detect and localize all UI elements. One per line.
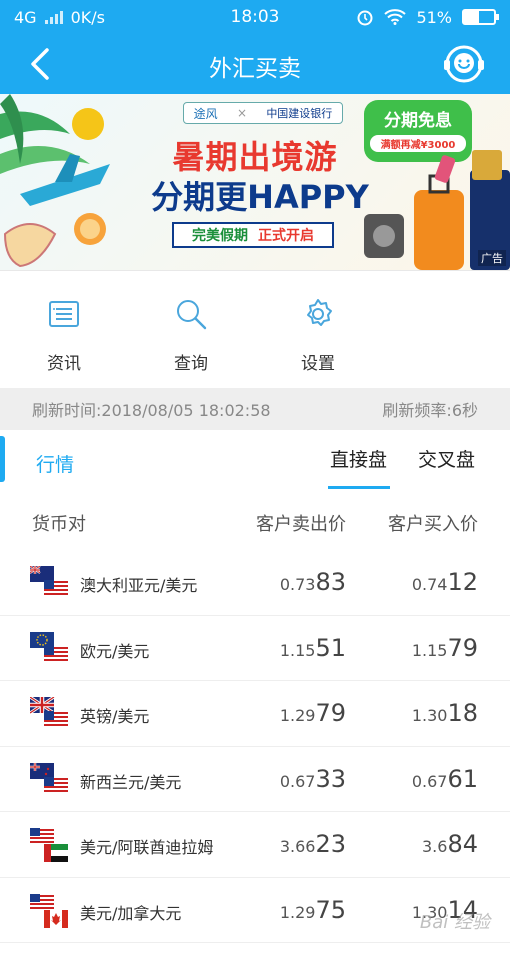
pair-name: 英镑/美元 [80,707,150,726]
buy-price: 0.6761 [412,765,478,793]
section-title: 行情 [36,454,75,476]
table-row[interactable]: 新西兰元/美元 0.6733 0.6761 [0,747,510,812]
palm-leaves-decoration [0,94,110,268]
table-row[interactable]: 美元/阿联酋迪拉姆 3.6623 3.684 [0,812,510,878]
ad-label: 广告 [478,250,506,266]
section-indicator [0,436,5,482]
buy-price-pips: 18 [447,699,478,727]
promo-banner[interactable]: 途风 × 中国建设银行 暑期出境游 分期更HAPPY 完美假期 正式开启 分期免… [0,94,510,270]
partner-right: 中国建设银行 [266,107,333,120]
tab-direct[interactable]: 直接盘 [330,445,387,472]
sell-price-main: 3.66 [279,837,316,856]
bubble-title: 分期免息 [384,111,452,131]
partner-logos: 途风 × 中国建设银行 [183,102,343,124]
sell-price-pips: 33 [315,764,346,793]
partner-left: 途风 [193,106,218,121]
pair-name: 美元/阿联酋迪拉姆 [80,838,214,857]
clock: 18:03 [230,7,280,27]
sell-price-pips: 83 [315,568,346,596]
pair-name: 欧元/美元 [80,641,150,661]
buy-price-pips: 12 [447,568,478,596]
table-row[interactable]: 欧元/美元 1.1551 1.1579 [0,616,510,681]
tab-direct-underline [328,486,390,489]
buy-price-pips: 84 [447,830,478,858]
search-icon [177,300,207,330]
sell-price: 1.2975 [280,896,346,924]
sell-price-main: 1.15 [279,640,316,660]
sell-price-pips: 51 [315,633,346,662]
banner-tag-red: 正式开启 [258,228,314,244]
col-buy: 客户买入价 [388,514,478,535]
buy-price-main: 0.74 [411,575,448,594]
refresh-frequency[interactable]: 刷新频率:6秒 [382,397,478,421]
flag-gbp-usd-icon [30,697,68,729]
buy-price: 0.7412 [412,568,478,596]
buy-price-main: 1.30 [411,706,448,725]
banner-tag: 完美假期 正式开启 [172,222,334,248]
buy-price-main: 0.67 [411,771,448,791]
pair-name: 美元/加拿大元 [80,903,182,923]
banner-tag-green: 完美假期 [192,228,248,244]
partner-separator: × [236,106,248,120]
flag-eur-usd-icon [30,631,68,664]
nav-bar: 外汇买卖 [0,34,510,94]
flag-usd-aed-icon [30,828,68,862]
buy-price-pips: 79 [447,633,478,662]
table-row[interactable]: 澳大利亚元/美元 0.7383 0.7412 [0,550,510,616]
shortcut-bar: 资讯 查询 设置 [0,270,510,388]
table-row[interactable]: 英镑/美元 1.2979 1.3018 [0,681,510,747]
refresh-info-bar: 刷新时间:2018/08/05 18:02:58 刷新频率:6秒 [0,388,510,430]
col-pair: 货币对 [32,514,86,535]
customer-service-icon[interactable] [444,44,484,84]
pair-name: 澳大利亚元/美元 [80,576,198,595]
flag-usd-cad-icon [30,893,68,928]
sell-price: 3.6623 [280,830,346,858]
buy-price-pips: 61 [447,764,478,793]
shortcut-settings-label: 设置 [301,354,335,374]
shortcut-settings[interactable]: 设置 [278,297,358,374]
buy-price-main: 3.6 [422,837,448,856]
sell-price-pips: 75 [315,895,346,924]
shortcut-news-label: 资讯 [47,354,81,374]
flag-nzd-usd-icon [30,762,68,795]
shortcut-query-label: 查询 [174,354,208,374]
sell-price-main: 1.29 [279,902,316,922]
tab-cross[interactable]: 交叉盘 [418,445,475,472]
sell-price: 1.1551 [280,634,346,662]
buy-price-main: 1.15 [411,640,448,660]
buy-price: 1.1579 [412,634,478,662]
shortcut-query[interactable]: 查询 [151,297,231,374]
banner-headline-2: 分期更HAPPY [151,178,369,216]
page-title: 外汇买卖 [209,56,301,82]
refresh-time: 刷新时间:2018/08/05 18:02:58 [32,401,271,420]
col-sell: 客户卖出价 [256,514,346,535]
buy-price: 1.3018 [412,699,478,727]
market-tabs: 行情 直接盘 交叉盘 [0,430,510,490]
flag-aud-usd-icon [30,566,68,598]
pair-name: 新西兰元/美元 [80,772,182,792]
status-bar: 4G 0K/s 18:03 51% [0,0,510,34]
battery-icon [462,9,499,25]
sell-price-main: 0.73 [279,575,316,594]
sell-price-pips: 23 [315,830,346,858]
sell-price: 0.6733 [280,765,346,793]
sell-price-main: 0.67 [279,771,316,791]
watermark: Bai 经验 [419,912,490,933]
sell-price-pips: 79 [315,699,346,727]
news-list-icon [49,301,79,327]
buy-price: 3.684 [422,830,478,858]
shortcut-news[interactable]: 资讯 [24,297,104,374]
quote-list: 澳大利亚元/美元 0.7383 0.7412 欧元/美元 1.1551 1.15… [0,550,510,943]
table-header: 货币对 客户卖出价 客户买入价 [0,490,510,550]
sell-price-main: 1.29 [279,706,316,725]
table-row[interactable]: 美元/加拿大元 1.2975 1.3014 Bai 经验 [0,878,510,943]
sell-price: 0.7383 [280,568,346,596]
sell-price: 1.2979 [280,699,346,727]
gear-icon [307,299,332,326]
